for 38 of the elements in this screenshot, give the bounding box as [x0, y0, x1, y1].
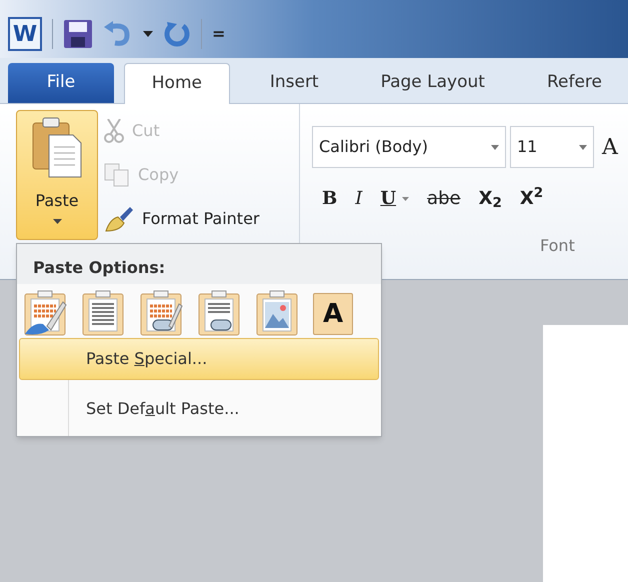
paste-button[interactable]: Paste — [16, 110, 98, 240]
painter-button[interactable]: Format Painter — [104, 202, 260, 236]
dropdown-caret-icon — [52, 219, 62, 224]
word-logo-icon[interactable]: W — [8, 17, 42, 51]
font-name-combo[interactable]: Calibri (Body) — [312, 126, 506, 168]
sub-button[interactable]: X$_{2}$ — [478, 190, 502, 208]
clipboard-picture-icon[interactable] — [255, 290, 299, 336]
keep-text-only-button[interactable]: A — [313, 293, 353, 335]
group-label: Font — [540, 235, 576, 257]
menu-item[interactable]: Paste Special... — [19, 338, 379, 380]
save-icon[interactable] — [63, 19, 93, 49]
clipboard-brush-icon[interactable] — [23, 290, 67, 336]
clipboard-chain-icon[interactable] — [197, 290, 241, 336]
paintbrush-icon — [104, 205, 134, 233]
dropdown-caret-icon — [491, 144, 499, 150]
copy-icon — [104, 163, 130, 187]
grow-font-button[interactable]: A — [602, 130, 618, 164]
font-size-combo[interactable]: 11 — [510, 126, 594, 168]
underline-button[interactable]: U — [380, 190, 396, 208]
clipboard-lines-icon[interactable] — [81, 290, 125, 336]
customize-toolbar-button[interactable]: = — [212, 26, 226, 42]
menu-item[interactable]: Set Default Paste... — [19, 388, 379, 430]
clipboard-icon — [31, 117, 83, 179]
ribbon-tab[interactable]: Insert — [254, 63, 335, 103]
redo-icon[interactable] — [163, 20, 191, 48]
bold-button[interactable]: B — [322, 190, 338, 208]
file-tab[interactable]: File — [8, 63, 114, 103]
ribbon-tab[interactable]: Page Layout — [364, 63, 501, 103]
ribbon-tab[interactable]: Home — [124, 63, 230, 104]
strike-button[interactable]: abe — [427, 190, 461, 208]
clipboard-chain-brush-icon[interactable] — [139, 290, 183, 336]
ribbon-tab[interactable]: Refere — [530, 63, 618, 103]
italic-button[interactable]: I — [355, 190, 362, 208]
scissors-icon — [104, 119, 124, 143]
dropdown-caret-icon — [579, 144, 587, 150]
dropdown-caret-icon — [402, 197, 410, 201]
dropdown-caret-icon[interactable] — [143, 31, 153, 37]
menu-header: Paste Options: — [33, 257, 166, 279]
